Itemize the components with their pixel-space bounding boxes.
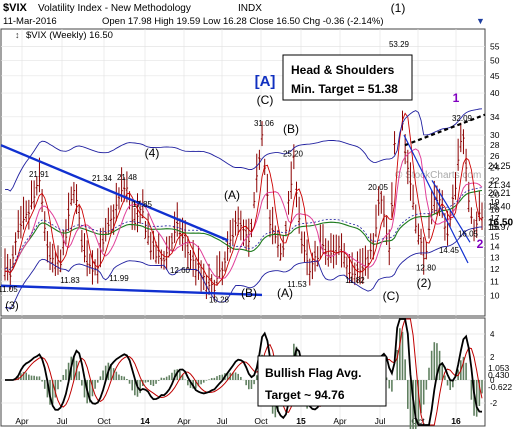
y-tick-label: 26 <box>490 151 500 161</box>
x-tick-label: 14 <box>140 416 150 426</box>
price-label: 11.99 <box>109 274 129 283</box>
price-label: 12.80 <box>416 264 437 273</box>
price-label: 20.05 <box>368 183 389 192</box>
wave-label: (B) <box>241 286 257 300</box>
wave-label: (3) <box>5 300 18 312</box>
chart-symbol: $VIX <box>3 2 28 14</box>
x-tick-label: Oct <box>97 416 111 426</box>
price-label: 21.91 <box>29 170 50 179</box>
price-label: 25.20 <box>283 150 304 159</box>
price-label: 31.06 <box>254 119 275 128</box>
wave-label: (C) <box>383 289 400 303</box>
x-tick-label: Jul <box>217 416 228 426</box>
y-tick-label: 40 <box>490 88 500 98</box>
price-label: 32.09 <box>452 114 473 123</box>
macd-y-tick-label: 4 <box>490 330 495 339</box>
price-label: 17.85 <box>132 200 153 209</box>
wave-label: (C) <box>257 93 274 107</box>
flag-annotation-title: Bullish Flag Avg. <box>265 366 361 380</box>
wave-label: (1) <box>391 1 406 15</box>
price-label: 12.60 <box>170 266 191 275</box>
y-tick-label: 50 <box>490 55 500 65</box>
y-tick-label: 15 <box>490 231 500 241</box>
wave-label: [A] <box>255 73 276 90</box>
wave-label: 1 <box>453 91 460 105</box>
x-tick-label: Jul <box>57 416 68 426</box>
wave-label: 2 <box>477 237 484 251</box>
y-tick-label: 30 <box>490 130 500 140</box>
price-label: 11.83 <box>60 276 80 285</box>
chart-exchange: INDX <box>238 3 262 14</box>
quote-arrow-icon: ▼ <box>476 16 485 26</box>
price-label: 53.29 <box>389 40 410 49</box>
y-tick-label: 55 <box>490 42 500 52</box>
macd-y-tick-label: -2 <box>490 399 498 408</box>
x-tick-label: Apr <box>15 416 28 426</box>
hs-annotation-target: Min. Target = 51.38 <box>291 82 398 96</box>
price-label: 16.05 <box>458 230 479 239</box>
x-tick-label: Oct <box>254 416 268 426</box>
y-tick-label: 28 <box>490 140 500 150</box>
right-value-label: 18.40 <box>488 202 511 212</box>
x-tick-label: 15 <box>296 416 306 426</box>
price-label: 21.34 <box>92 174 113 183</box>
wave-label: (A) <box>224 188 240 202</box>
right-value-label: 20.21 <box>488 188 511 198</box>
chart-svg: $VIX Volatility Index - New Methodology … <box>0 1 513 429</box>
macd-panel: AprJulOct14AprJulOct15AprJulOct16-20241.… <box>0 317 512 429</box>
vix-chart: $VIX Volatility Index - New Methodology … <box>0 0 520 429</box>
y-tick-label: 12 <box>490 264 500 274</box>
y-tick-label: 34 <box>490 112 500 122</box>
price-label: 14.45 <box>439 246 460 255</box>
y-tick-label: 11 <box>490 277 499 287</box>
hs-annotation-title: Head & Shoulders <box>291 63 395 77</box>
price-label: 11.82 <box>345 276 365 285</box>
y-tick-label: 13 <box>490 252 500 262</box>
x-tick-label: 16 <box>451 416 461 426</box>
wave-label: (B) <box>283 122 299 136</box>
price-label: 10.28 <box>209 296 230 305</box>
wave-label: (A) <box>277 286 293 300</box>
y-tick-label: 14 <box>490 241 500 251</box>
y-tick-label: 10 <box>490 291 500 301</box>
x-tick-label: Apr <box>333 416 346 426</box>
legend-icon: ↕ <box>15 30 20 40</box>
wave-label: (4) <box>145 146 160 160</box>
flag-annotation-target: Target ~ 94.76 <box>265 388 345 402</box>
chart-quote: Open 17.98 High 19.59 Low 16.28 Close 16… <box>102 16 384 27</box>
price-label: 21.48 <box>117 173 138 182</box>
x-tick-label: Apr <box>177 416 190 426</box>
macd-y-tick-label: 2 <box>490 353 495 362</box>
chart-date: 11-Mar-2016 <box>3 16 57 27</box>
price-label: 11.05 <box>0 285 18 294</box>
macd-right-label: 0.430 <box>488 370 510 380</box>
right-value-label: 15.97 <box>488 222 511 232</box>
wave-label: (2) <box>417 276 432 290</box>
x-tick-label: Jul <box>375 416 386 426</box>
y-tick-label: 45 <box>490 71 500 81</box>
series-legend: $VIX (Weekly) 16.50 <box>26 30 113 41</box>
chart-name: Volatility Index - New Methodology <box>38 3 191 14</box>
macd-right-label: -0.622 <box>488 382 512 392</box>
right-value-label: 24.25 <box>488 161 511 171</box>
